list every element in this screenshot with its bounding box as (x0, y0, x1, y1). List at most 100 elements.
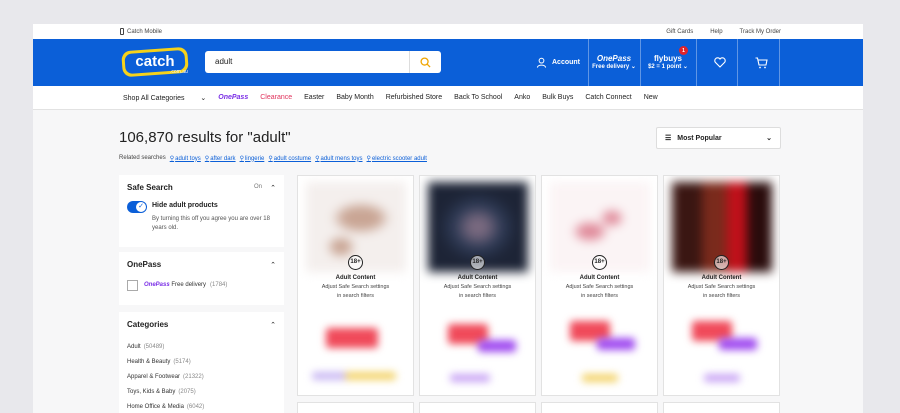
safe-search-title: Safe Search (127, 183, 173, 192)
blurred-tags (312, 372, 396, 380)
chevron-up-icon[interactable]: ⌃ (270, 321, 276, 329)
blurred-badge (597, 338, 635, 350)
track-order-link[interactable]: Track My Order (740, 29, 781, 35)
hide-adult-label: Hide adult products (152, 202, 218, 209)
utility-bar: Catch Mobile Gift Cards Help Track My Or… (33, 24, 863, 39)
catch-mobile-label: Catch Mobile (127, 28, 163, 35)
flybuys-sub: $2 = 1 point ⌄ (648, 63, 688, 70)
onepass-checkbox[interactable] (127, 280, 138, 291)
onepass-filter-label: OnePass Free delivery (1784) (144, 282, 228, 288)
sort-label: Most Popular (677, 134, 722, 142)
search-bar: adult (205, 51, 441, 73)
product-card[interactable] (541, 402, 658, 413)
categories-title: Categories (127, 320, 169, 329)
adult-content-desc: Adjust Safe Search settings in search fil… (443, 284, 512, 300)
adult-content-title: Adult Content (579, 275, 620, 281)
hide-adult-description: By turning this off you agree you are ov… (152, 216, 270, 231)
phone-icon (120, 28, 124, 35)
account-button[interactable]: Account (526, 39, 590, 86)
account-label: Account (552, 59, 580, 66)
search-button[interactable] (409, 51, 441, 73)
age-18-icon: 18+ (348, 255, 363, 270)
blurred-badge (719, 338, 757, 350)
nav-baby-month[interactable]: Baby Month (336, 94, 373, 101)
search-icon: ⚲ (268, 156, 273, 162)
wishlist-button[interactable] (704, 39, 736, 86)
onepass-sub: Free delivery ⌄ (592, 63, 636, 70)
product-card[interactable]: 18+ Adult Content Adjust Safe Search set… (541, 175, 658, 396)
blurred-price (326, 328, 378, 348)
onepass-filter-title: OnePass (127, 260, 162, 269)
adult-content-title: Adult Content (701, 275, 742, 281)
age-18-icon: 18+ (592, 255, 607, 270)
blurred-badge (478, 340, 516, 352)
nav-back-to-school[interactable]: Back To School (454, 94, 502, 101)
related-link[interactable]: ⚲ adult mens toys (315, 155, 362, 163)
category-list: Adult (50489) Health & Beauty (5174) Appar… (127, 340, 204, 413)
search-icon: ⚲ (366, 156, 371, 162)
product-card[interactable] (663, 402, 780, 413)
product-card[interactable]: 18+ Adult Content Adjust Safe Search set… (663, 175, 780, 396)
shop-all-categories[interactable]: Shop All Categories ⌄ (123, 94, 206, 102)
heart-icon (714, 57, 726, 68)
age-18-icon: 18+ (714, 255, 729, 270)
blurred-tags (704, 374, 740, 382)
product-card[interactable]: 18+ Adult Content Adjust Safe Search set… (297, 175, 414, 396)
chevron-up-icon[interactable]: ⌃ (270, 184, 276, 192)
category-item[interactable]: Home Office & Media (6042) (127, 400, 204, 413)
category-item[interactable]: Apparel & Footwear (21322) (127, 370, 204, 385)
category-item[interactable]: Toys, Kids & Baby (2075) (127, 385, 204, 400)
category-item[interactable]: Adult (50489) (127, 340, 204, 355)
sort-dropdown[interactable]: ☰ Most Popular ⌄ (656, 127, 781, 149)
cart-button[interactable] (744, 39, 778, 86)
chevron-up-icon[interactable]: ⌃ (270, 261, 276, 269)
product-card[interactable]: 18+ Adult Content Adjust Safe Search set… (419, 175, 536, 396)
related-link[interactable]: ⚲ after dark (204, 155, 236, 163)
user-icon (536, 57, 547, 68)
chevron-down-icon: ⌄ (766, 135, 772, 142)
nav-catch-connect[interactable]: Catch Connect (585, 94, 631, 101)
flybuys-menu[interactable]: flybuys $2 = 1 point ⌄ 1 (640, 39, 696, 86)
nav-easter[interactable]: Easter (304, 94, 324, 101)
page: Catch Mobile Gift Cards Help Track My Or… (33, 24, 863, 413)
search-icon: ⚲ (315, 156, 320, 162)
svg-text:.com.au: .com.au (170, 69, 188, 75)
search-icon: ⚲ (169, 156, 175, 162)
nav-clearance[interactable]: Clearance (260, 94, 292, 101)
flybuys-logo: flybuys (653, 54, 682, 64)
results-heading: 106,870 results for "adult" (119, 129, 291, 146)
gift-cards-link[interactable]: Gift Cards (666, 29, 693, 35)
categories-panel: Categories ⌃ Adult (50489) Health & Beaut… (119, 312, 284, 413)
search-input[interactable]: adult (205, 51, 409, 73)
related-link[interactable]: ⚲ adult costume (268, 155, 311, 163)
adult-content-desc: Adjust Safe Search settings in search fil… (565, 284, 634, 300)
search-icon: ⚲ (239, 156, 244, 162)
nav-anko[interactable]: Anko (514, 94, 530, 101)
nav-new[interactable]: New (644, 94, 658, 101)
related-searches: Related searches ⚲ adult toys ⚲ after dark… (119, 155, 427, 162)
nav-refurbished-store[interactable]: Refurbished Store (386, 94, 442, 101)
search-icon: ⚲ (204, 156, 210, 162)
related-label: Related searches (119, 155, 166, 161)
onepass-filter-panel: OnePass ⌃ OnePass Free delivery (1784) (119, 252, 284, 305)
header-divider (779, 39, 780, 86)
flybuys-badge: 1 (679, 46, 688, 55)
onepass-menu[interactable]: OnePass Free delivery ⌄ (588, 39, 640, 86)
blurred-tags (582, 374, 618, 382)
product-card[interactable] (419, 402, 536, 413)
safe-search-panel: Safe Search On ⌃ Hide adult products By … (119, 175, 284, 247)
adult-content-desc: Adjust Safe Search settings in search fil… (321, 284, 390, 300)
category-item[interactable]: Health & Beauty (5174) (127, 355, 204, 370)
related-link[interactable]: ⚲ adult toys (169, 155, 201, 163)
related-link[interactable]: ⚲ electric scooter adult (366, 155, 427, 163)
catch-mobile-link[interactable]: Catch Mobile (120, 28, 162, 35)
catch-logo[interactable]: catch .com.au (119, 46, 191, 78)
cart-icon (755, 56, 768, 68)
product-card[interactable] (297, 402, 414, 413)
blurred-tags (450, 374, 490, 382)
related-link[interactable]: ⚲ lingerie (239, 155, 265, 163)
nav-bulk-buys[interactable]: Bulk Buys (542, 94, 573, 101)
nav-onepass[interactable]: OnePass (218, 94, 248, 101)
hide-adult-toggle[interactable] (127, 201, 147, 213)
help-link[interactable]: Help (710, 29, 722, 35)
